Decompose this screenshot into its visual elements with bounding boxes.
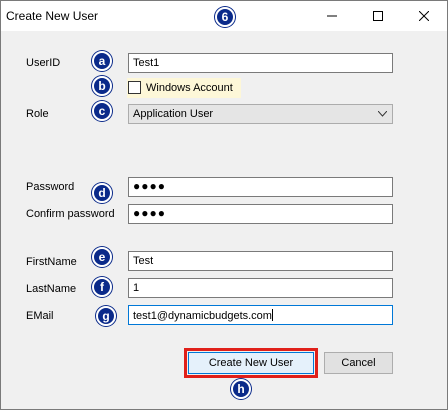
windows-account-checkbox[interactable] xyxy=(128,81,141,94)
annotation-badge-title: 6 xyxy=(215,7,235,27)
title-bar[interactable]: Create New User 6 xyxy=(1,1,447,31)
firstname-field[interactable]: Test xyxy=(128,251,393,271)
userid-field[interactable]: Test1 xyxy=(128,53,393,73)
annotation-badge-a: a xyxy=(92,51,112,71)
maximize-icon xyxy=(373,11,383,21)
annotation-badge-f: f xyxy=(92,277,112,297)
confirm-password-label: Confirm password xyxy=(26,208,115,220)
userid-label: UserID xyxy=(26,57,61,69)
lastname-field[interactable]: 1 xyxy=(128,278,393,298)
create-new-user-dialog: Create New User 6 UserID a Test1 b Windo… xyxy=(0,0,448,410)
close-icon xyxy=(419,11,429,21)
annotation-badge-c: c xyxy=(92,101,112,121)
role-select-value: Application User xyxy=(133,108,214,120)
annotation-badge-h: h xyxy=(231,379,251,399)
windows-account-label: Windows Account xyxy=(146,82,233,94)
window-title: Create New User xyxy=(6,9,99,23)
role-select[interactable]: Application User xyxy=(128,104,393,124)
text-cursor xyxy=(271,309,273,321)
lastname-label: LastName xyxy=(26,283,77,295)
maximize-button[interactable] xyxy=(355,1,401,31)
chevron-down-icon xyxy=(378,111,387,117)
close-button[interactable] xyxy=(401,1,447,31)
password-label: Password xyxy=(26,181,75,193)
email-field[interactable]: test1@dynamicbudgets.com xyxy=(128,305,393,325)
windows-account-checkbox-row[interactable]: Windows Account xyxy=(127,78,241,98)
minimize-button[interactable] xyxy=(309,1,355,31)
cancel-button[interactable]: Cancel xyxy=(324,352,393,374)
annotation-badge-g: g xyxy=(96,306,116,326)
email-label: EMail xyxy=(26,310,54,322)
password-field[interactable]: ●●●● xyxy=(128,177,393,197)
role-label: Role xyxy=(26,108,49,120)
annotation-badge-d: d xyxy=(92,183,112,203)
create-new-user-button[interactable]: Create New User xyxy=(188,352,314,374)
firstname-label: FirstName xyxy=(26,256,77,268)
confirm-password-field[interactable]: ●●●● xyxy=(128,204,393,224)
annotation-badge-e: e xyxy=(92,247,112,267)
annotation-badge-b: b xyxy=(92,76,112,96)
email-value: test1@dynamicbudgets.com xyxy=(133,310,272,322)
minimize-icon xyxy=(327,15,337,17)
